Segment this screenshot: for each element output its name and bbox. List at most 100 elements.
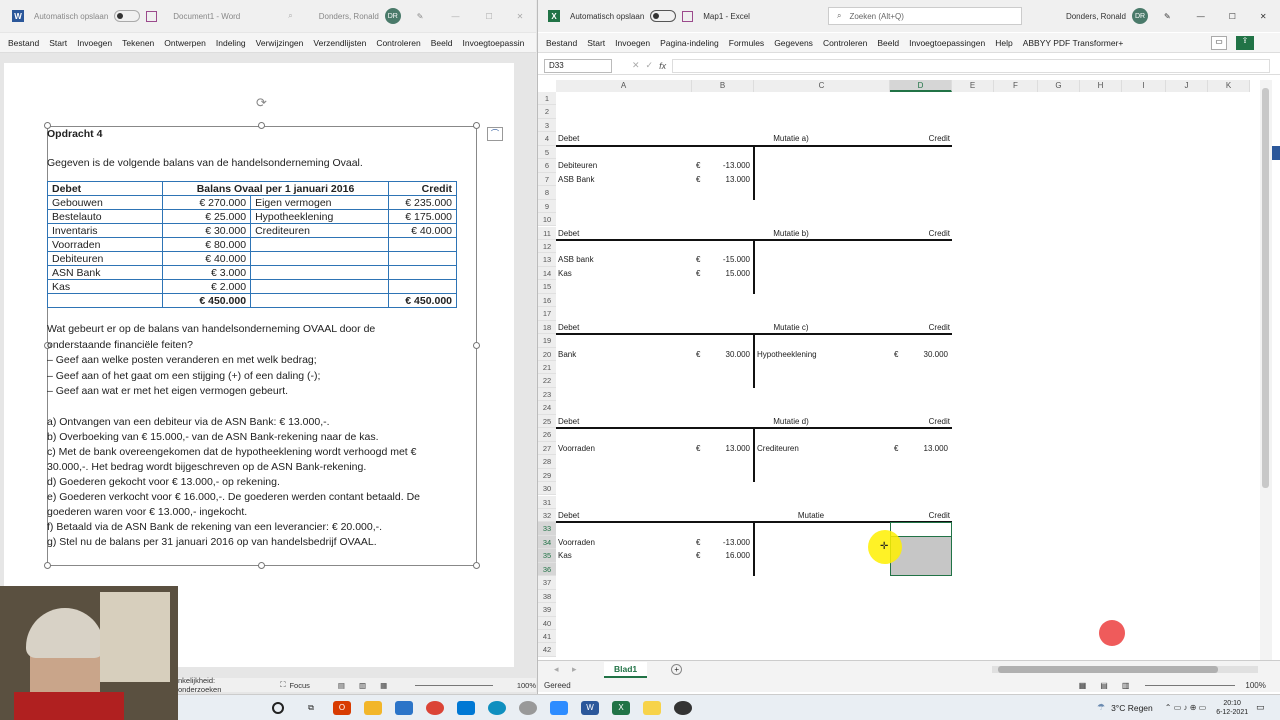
mail-icon[interactable] [457, 700, 475, 715]
row-header[interactable]: 22 [538, 374, 556, 388]
row-header[interactable]: 37 [538, 576, 556, 590]
ribbon-tab[interactable]: Indeling [216, 38, 246, 48]
row-header[interactable]: 35 [538, 549, 556, 563]
horizontal-scrollbar[interactable] [992, 666, 1258, 673]
ribbon-tab[interactable]: Tekenen [122, 38, 154, 48]
row-header[interactable]: 36 [538, 562, 556, 577]
column-header[interactable]: E [952, 80, 994, 92]
row-header[interactable]: 41 [538, 630, 556, 644]
name-box[interactable]: D33 [544, 58, 612, 73]
row-header[interactable]: 38 [538, 589, 556, 604]
maximize-icon[interactable]: ☐ [1229, 12, 1236, 21]
avatar[interactable]: DR [1132, 8, 1148, 24]
row-header[interactable]: 34 [538, 535, 556, 550]
cancel-icon[interactable]: ✕ [632, 60, 640, 71]
row-header[interactable]: 23 [538, 387, 556, 402]
column-header[interactable]: F [994, 80, 1038, 92]
focus-label[interactable]: Focus [289, 681, 309, 690]
selection-handle[interactable] [258, 562, 265, 569]
ribbon-tab[interactable]: Invoegtoepassin [462, 38, 524, 48]
close-icon[interactable]: ✕ [517, 12, 524, 21]
row-header[interactable]: 19 [538, 334, 556, 348]
ribbon-tab[interactable]: Verzendlijsten [313, 38, 366, 48]
tray-icons[interactable]: ⌃ ▭ ♪ ⊕ ▭ [1165, 703, 1206, 712]
search-icon[interactable]: ⌕ [288, 11, 292, 21]
ribbon-tab[interactable]: Bestand [546, 38, 577, 48]
column-header[interactable]: K [1208, 80, 1250, 92]
share-icon[interactable]: ⇪ [1236, 36, 1254, 50]
ribbon-tab[interactable]: ABBYY PDF Transformer+ [1023, 38, 1124, 48]
search-box[interactable]: ⌕ Zoeken (Alt+Q) [827, 7, 1022, 25]
view-icon[interactable]: ▤ [338, 681, 345, 690]
ribbon-tab[interactable]: Pagina-indeling [660, 38, 719, 48]
layout-options-icon[interactable]: ⌒ [487, 127, 503, 141]
row-header[interactable]: 8 [538, 186, 556, 200]
row-header[interactable]: 18 [538, 320, 556, 335]
row-header[interactable]: 7 [538, 172, 556, 187]
chrome-icon[interactable] [426, 700, 444, 715]
ribbon-tab[interactable]: Gegevens [774, 38, 813, 48]
normal-view-icon[interactable]: ▦ [1079, 681, 1087, 690]
selection-handle[interactable] [473, 342, 480, 349]
notes-icon[interactable] [643, 700, 661, 715]
minimize-icon[interactable]: — [452, 12, 460, 21]
recorder-icon[interactable] [674, 700, 692, 715]
ribbon-tab[interactable]: Invoegen [615, 38, 650, 48]
row-header[interactable]: 5 [538, 145, 556, 160]
autosave-toggle[interactable] [650, 10, 677, 22]
web-view-icon[interactable]: ▦ [380, 681, 387, 690]
weather-text[interactable]: 3°C Regen [1111, 703, 1153, 713]
column-header[interactable]: H [1080, 80, 1122, 92]
row-header[interactable]: 25 [538, 414, 556, 429]
row-header[interactable]: 21 [538, 361, 556, 375]
row-header[interactable]: 30 [538, 482, 556, 496]
ribbon-tab[interactable]: Beeld [877, 38, 899, 48]
print-view-icon[interactable]: ▥ [359, 681, 366, 690]
row-header[interactable]: 39 [538, 603, 556, 617]
row-header[interactable]: 27 [538, 441, 556, 456]
row-header[interactable]: 26 [538, 428, 556, 442]
accessibility-status[interactable]: nkelijkheid: onderzoeken [178, 676, 256, 694]
add-sheet-icon[interactable]: + [671, 664, 683, 675]
formula-input[interactable] [672, 58, 1270, 73]
ribbon-tab[interactable]: Bestand [8, 38, 39, 48]
ribbon-tab[interactable]: Controleren [823, 38, 867, 48]
next-sheet-icon[interactable]: ▸ [572, 664, 577, 675]
ribbon-tab[interactable]: Formules [729, 38, 764, 48]
row-header[interactable]: 20 [538, 347, 556, 361]
scroll-thumb[interactable] [1262, 88, 1269, 488]
row-header[interactable]: 32 [538, 508, 556, 523]
file-explorer-icon[interactable] [364, 700, 382, 715]
selection-handle[interactable] [258, 122, 265, 129]
zoom-icon[interactable] [550, 700, 568, 715]
selection-handle[interactable] [473, 122, 480, 129]
ribbon-tab[interactable]: Invoegtoepassingen [909, 38, 985, 48]
ribbon-tab[interactable]: Controleren [376, 38, 420, 48]
ribbon-tab[interactable]: Ontwerpen [164, 38, 206, 48]
column-header[interactable]: B [692, 80, 754, 92]
row-header[interactable]: 16 [538, 293, 556, 308]
ribbon-tab[interactable]: Verwijzingen [256, 38, 304, 48]
selection-handle[interactable] [473, 562, 480, 569]
excel-zoom[interactable]: 100% [1245, 681, 1265, 690]
row-header[interactable]: 28 [538, 455, 556, 469]
scroll-thumb[interactable] [998, 666, 1218, 673]
close-icon[interactable]: ✕ [1260, 12, 1267, 21]
app-icon[interactable] [519, 700, 537, 715]
save-icon[interactable] [682, 10, 694, 22]
row-header[interactable]: 33 [538, 522, 556, 536]
row-header[interactable]: 31 [538, 495, 556, 509]
edge-icon[interactable] [488, 700, 506, 715]
ribbon-tab[interactable]: Start [587, 38, 605, 48]
maximize-icon[interactable]: ☐ [486, 12, 493, 21]
start-icon[interactable] [272, 701, 284, 714]
word-zoom[interactable]: 100% [517, 681, 536, 690]
zoom-slider[interactable] [415, 684, 493, 686]
enter-icon[interactable]: ✓ [646, 60, 654, 71]
weather-icon[interactable]: ☂ [1097, 702, 1105, 713]
ribbon-tab[interactable]: Help [995, 38, 1012, 48]
row-header[interactable]: 12 [538, 239, 556, 254]
row-header[interactable]: 6 [538, 159, 556, 173]
column-header[interactable]: C [754, 80, 890, 92]
row-header[interactable]: 3 [538, 118, 556, 133]
